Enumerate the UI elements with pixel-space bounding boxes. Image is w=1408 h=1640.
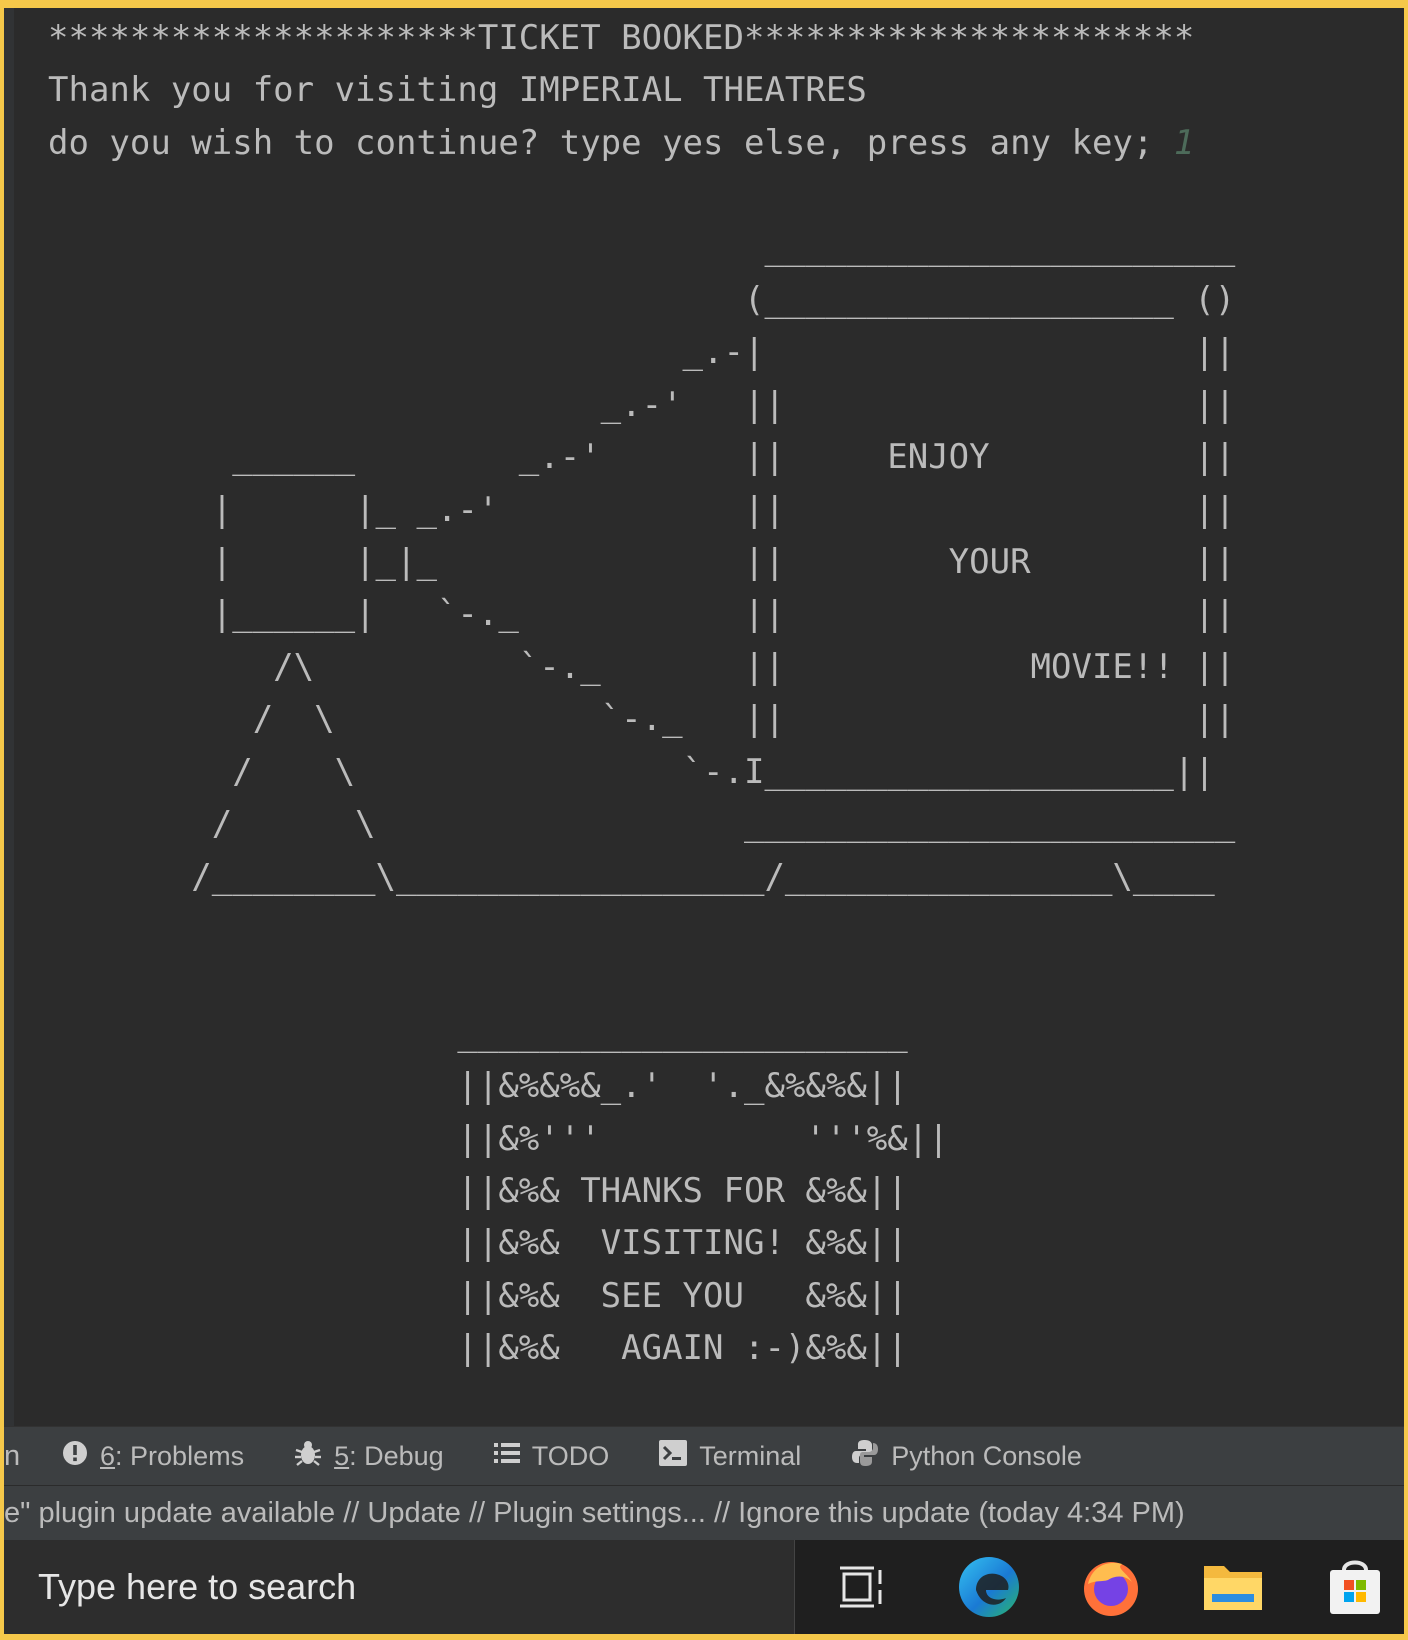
- tab-problems-label: : Problems: [115, 1440, 245, 1471]
- console-text: *********************TICKET BOOKED******…: [48, 12, 1388, 1422]
- console-line: (____________________ (): [48, 280, 1236, 321]
- tab-debug-label: : Debug: [349, 1440, 444, 1471]
- tab-python-console-label: Python Console: [891, 1440, 1082, 1471]
- console-line: Thank you for visiting IMPERIAL THEATRES: [48, 70, 867, 111]
- file-explorer-icon[interactable]: [1200, 1554, 1266, 1620]
- console-line: do you wish to continue? type yes else, …: [48, 122, 1174, 163]
- console-line: ||&%''' '''%&||: [48, 1118, 949, 1159]
- search-placeholder: Type here to search: [38, 1566, 357, 1607]
- console-line: *********************TICKET BOOKED******…: [48, 18, 1195, 58]
- notification-text: e" plugin update available // Update // …: [4, 1497, 1185, 1529]
- console-gutter: [4, 8, 14, 1426]
- tab-debug[interactable]: 5: Debug: [294, 1427, 444, 1485]
- console-line: /\ `-._ || MOVIE!! ||: [48, 646, 1236, 687]
- console-line: |______| `-._ || ||: [48, 594, 1236, 635]
- todo-list-icon: [493, 1441, 520, 1472]
- problems-icon: [62, 1440, 88, 1473]
- console-line: | |_ _.-' || ||: [48, 489, 1236, 530]
- terminal-icon: [659, 1439, 688, 1473]
- tab-python-console[interactable]: Python Console: [851, 1427, 1082, 1485]
- console-user-input: 1: [1173, 122, 1195, 163]
- console-line: _______________________: [48, 227, 1236, 268]
- console-line: / \ ________________________: [48, 804, 1236, 845]
- tab-problems[interactable]: 6: Problems: [62, 1427, 244, 1485]
- tab-terminal-label: Terminal: [699, 1440, 802, 1471]
- firefox-icon[interactable]: [1078, 1554, 1144, 1620]
- tab-terminal[interactable]: Terminal: [659, 1427, 801, 1485]
- console-line: _.-' || ||: [48, 384, 1236, 425]
- console-line: _.-| ||: [48, 332, 1236, 373]
- console-line: / \ `-._ || ||: [48, 699, 1236, 740]
- tool-window-bar: n 6: Problems 5: Debug TODO Terminal Pyt…: [4, 1426, 1404, 1485]
- console-line: ||&%& SEE YOU &%&||: [48, 1275, 908, 1316]
- console-line: ||&%& AGAIN :-)&%&||: [48, 1328, 908, 1369]
- windows-taskbar: Type here to search: [4, 1540, 1404, 1634]
- edge-icon[interactable]: [956, 1554, 1022, 1620]
- console-line: /________\__________________/___________…: [48, 856, 1215, 897]
- ide-window: *********************TICKET BOOKED******…: [4, 8, 1404, 1634]
- debug-bug-icon: [294, 1439, 322, 1474]
- console-line: ||&%& THANKS FOR &%&||: [48, 1170, 908, 1211]
- console-line: / \ `-.I____________________||: [48, 751, 1215, 792]
- console-line: ______ _.-' || ENJOY ||: [48, 437, 1236, 478]
- console-line: ||&%& VISITING! &%&||: [48, 1223, 908, 1264]
- tab-todo-label: TODO: [531, 1440, 610, 1471]
- task-view-icon[interactable]: [830, 1554, 896, 1620]
- tab-debug-number: 5: [334, 1440, 350, 1471]
- microsoft-store-icon[interactable]: [1322, 1554, 1388, 1620]
- console-line: ______________________: [48, 1013, 908, 1054]
- taskbar-search-box[interactable]: Type here to search: [4, 1540, 795, 1634]
- plugin-update-notification[interactable]: e" plugin update available // Update // …: [4, 1485, 1404, 1540]
- tab-todo[interactable]: TODO: [493, 1427, 610, 1485]
- tab-problems-number: 6: [100, 1440, 116, 1471]
- console-line: ||&%&%&_.' '._&%&%&||: [48, 1066, 908, 1107]
- run-console-output[interactable]: *********************TICKET BOOKED******…: [48, 12, 1388, 1422]
- python-icon: [851, 1439, 879, 1474]
- console-line: | |_|_ || YOUR ||: [48, 542, 1236, 583]
- tool-tab-fragment[interactable]: n: [4, 1440, 20, 1473]
